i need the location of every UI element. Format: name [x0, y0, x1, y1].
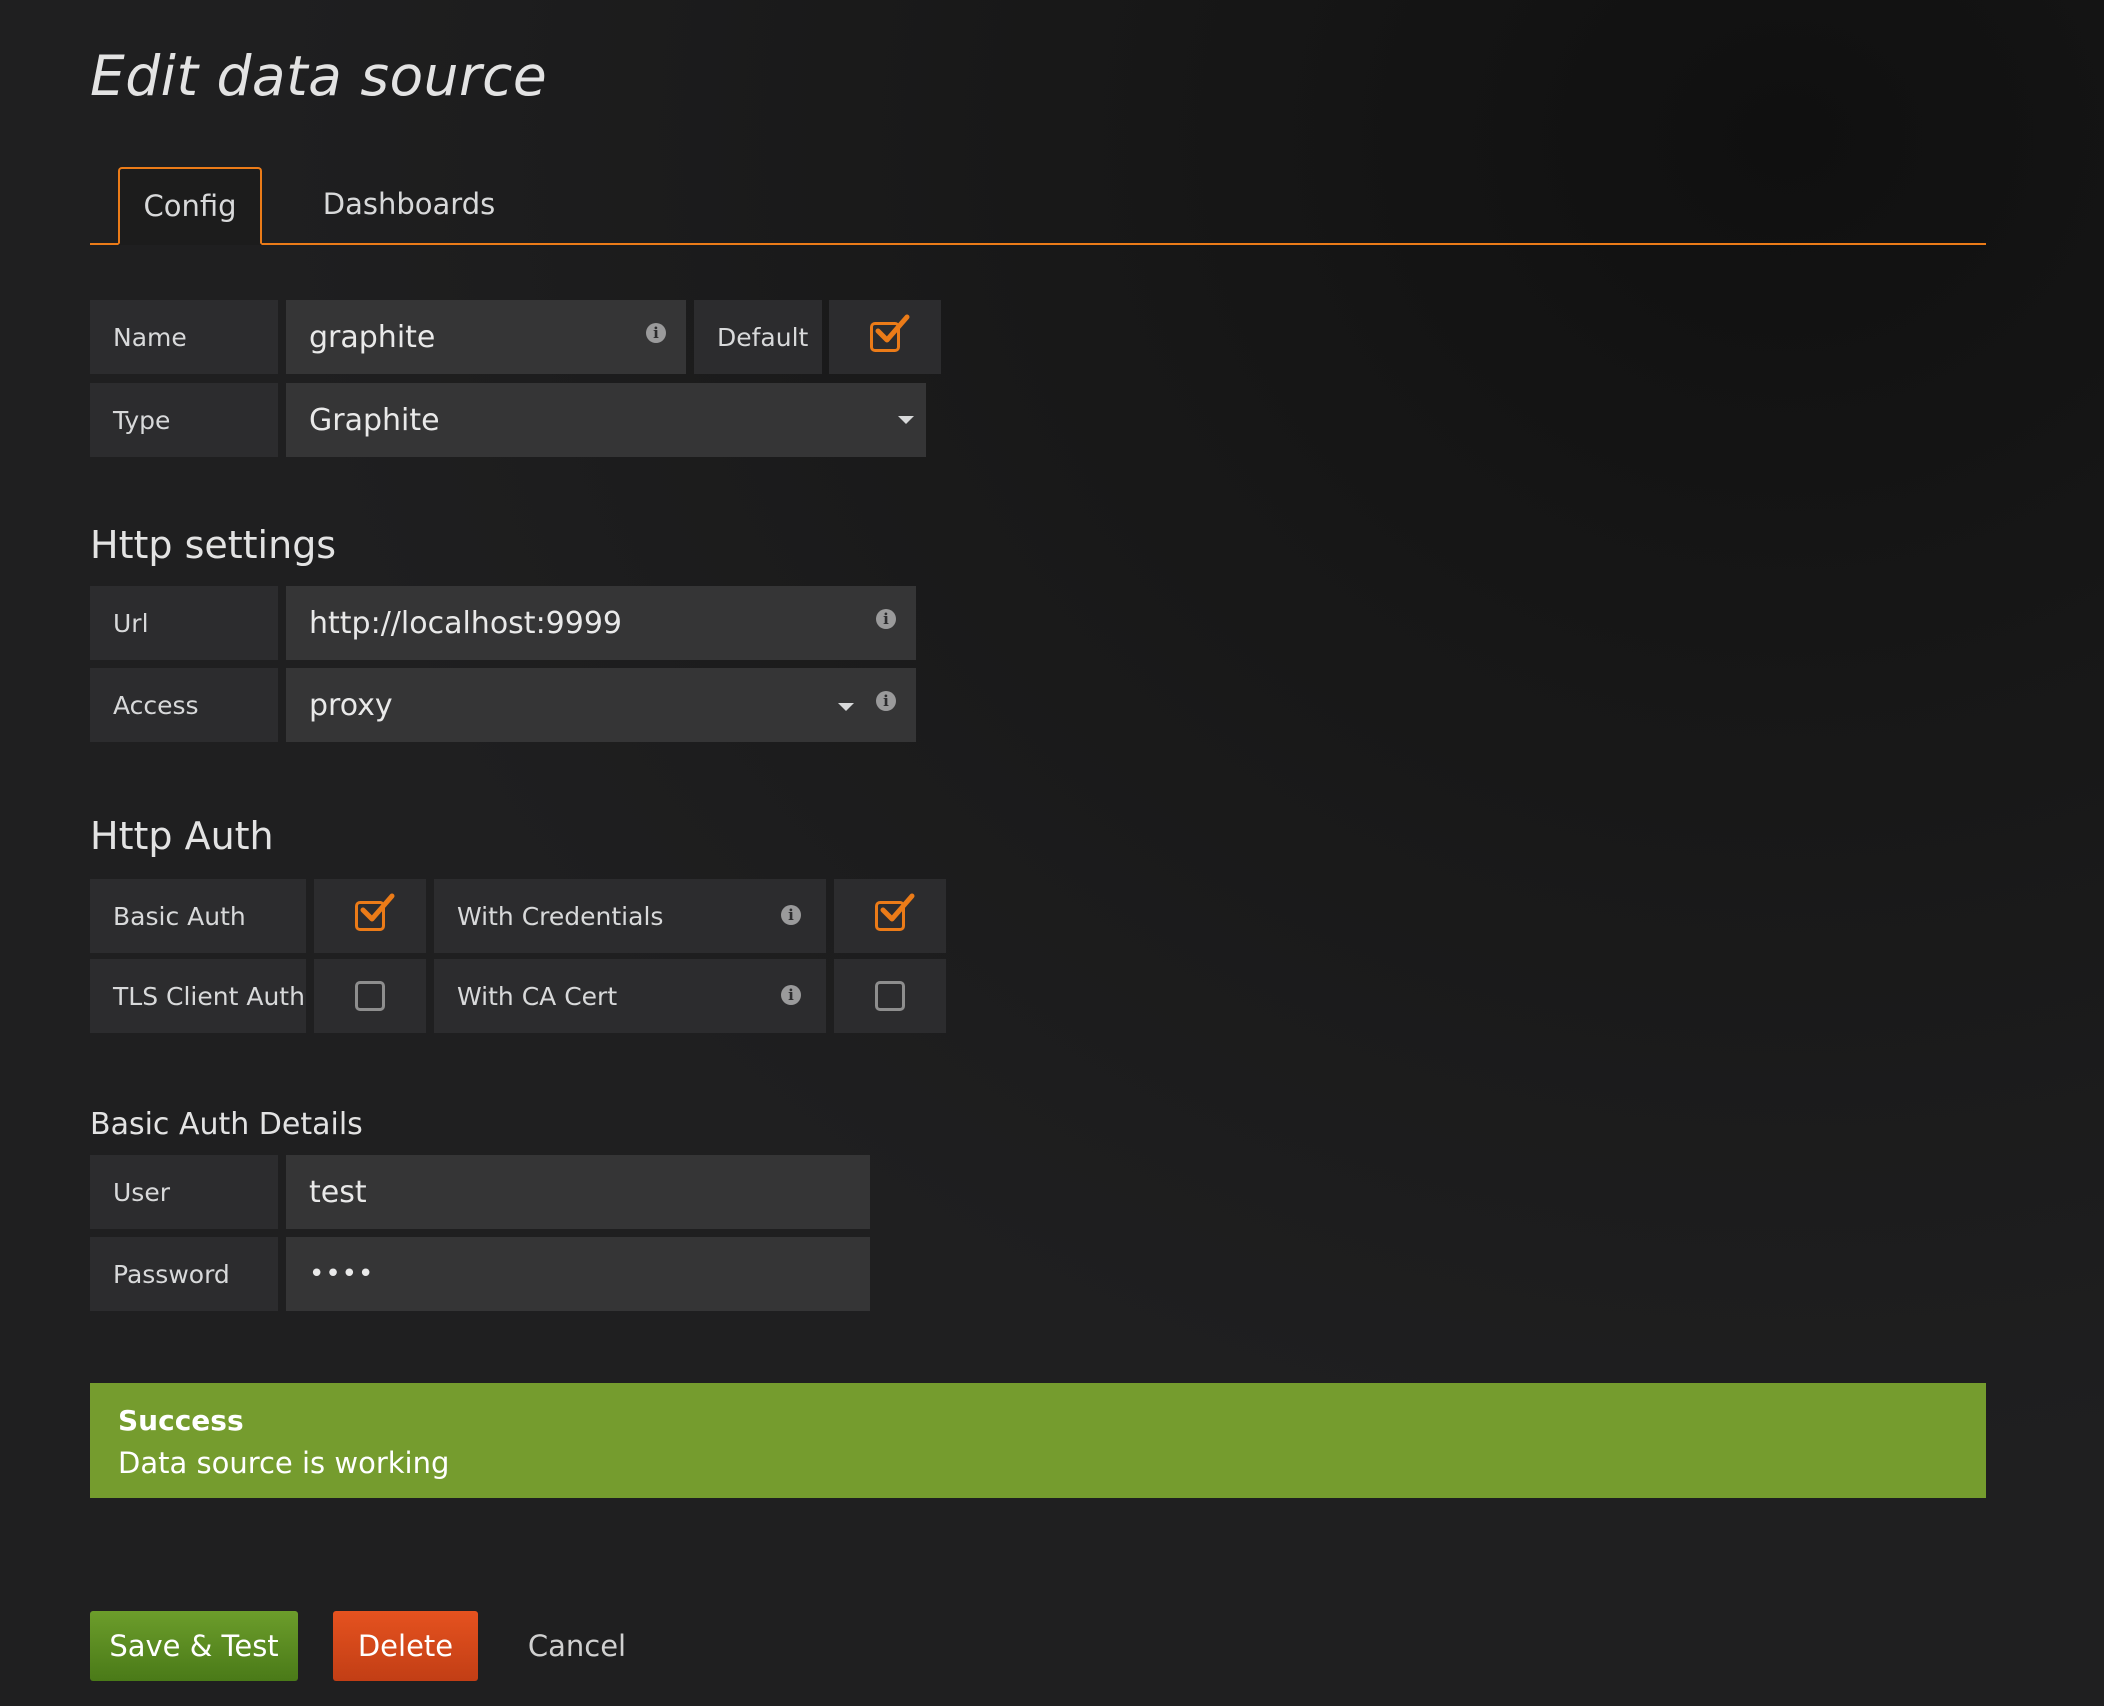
basic-auth-checkbox-cell[interactable] [314, 879, 426, 953]
url-input[interactable]: http://localhost:9999 i [286, 586, 916, 660]
with-ca-cert-label-cell: With CA Cert i [434, 959, 826, 1033]
tls-client-auth-checkbox[interactable] [355, 981, 385, 1011]
default-checkbox[interactable] [870, 314, 910, 352]
page-title: Edit data source [90, 44, 548, 108]
name-label: Name [90, 300, 278, 374]
basic-auth-checkbox[interactable] [355, 893, 395, 931]
info-icon[interactable]: i [646, 323, 666, 343]
tls-client-auth-checkbox-cell[interactable] [314, 959, 426, 1033]
caret-down-icon [838, 703, 854, 711]
name-input[interactable]: graphite i [286, 300, 686, 374]
password-label: Password [90, 1237, 278, 1311]
cancel-button[interactable]: Cancel [512, 1611, 642, 1681]
type-label: Type [90, 383, 278, 457]
url-label: Url [90, 586, 278, 660]
access-value: proxy [309, 687, 393, 723]
with-ca-cert-checkbox-cell[interactable] [834, 959, 946, 1033]
save-and-test-button[interactable]: Save & Test [90, 1611, 298, 1681]
default-label: Default [694, 300, 822, 374]
info-icon[interactable]: i [781, 985, 801, 1005]
tab-dashboards[interactable]: Dashboards [304, 167, 514, 243]
basic-auth-label: Basic Auth [90, 879, 306, 953]
with-credentials-label: With Credentials [457, 901, 664, 931]
with-ca-cert-label: With CA Cert [457, 981, 618, 1011]
url-value: http://localhost:9999 [309, 605, 623, 641]
tab-bar: Config Dashboards [90, 167, 1986, 245]
password-value: •••• [309, 1259, 375, 1289]
checkmark-icon [360, 893, 395, 922]
alert-message: Data source is working [118, 1446, 450, 1480]
tab-config[interactable]: Config [118, 167, 262, 245]
checkmark-icon [875, 314, 910, 343]
checkmark-icon [880, 893, 915, 922]
access-label: Access [90, 668, 278, 742]
user-label: User [90, 1155, 278, 1229]
info-icon[interactable]: i [876, 691, 896, 711]
info-icon[interactable]: i [876, 609, 896, 629]
user-value: test [309, 1174, 367, 1210]
with-ca-cert-checkbox[interactable] [875, 981, 905, 1011]
tls-client-auth-label: TLS Client Auth [90, 959, 306, 1033]
with-credentials-checkbox-cell[interactable] [834, 879, 946, 953]
delete-button[interactable]: Delete [333, 1611, 478, 1681]
info-icon[interactable]: i [781, 905, 801, 925]
password-input[interactable]: •••• [286, 1237, 870, 1311]
http-auth-heading: Http Auth [90, 814, 274, 858]
access-select[interactable]: proxy i [286, 668, 916, 742]
user-input[interactable]: test [286, 1155, 870, 1229]
default-checkbox-cell[interactable] [829, 300, 941, 374]
success-alert: Success Data source is working [90, 1383, 1986, 1498]
with-credentials-label-cell: With Credentials i [434, 879, 826, 953]
type-select[interactable]: Graphite [286, 383, 926, 457]
name-value: graphite [309, 319, 436, 355]
alert-title: Success [118, 1404, 244, 1437]
basic-auth-details-heading: Basic Auth Details [90, 1107, 363, 1142]
type-value: Graphite [309, 402, 440, 438]
with-credentials-checkbox[interactable] [875, 893, 915, 931]
http-settings-heading: Http settings [90, 523, 337, 567]
caret-down-icon [898, 416, 914, 424]
